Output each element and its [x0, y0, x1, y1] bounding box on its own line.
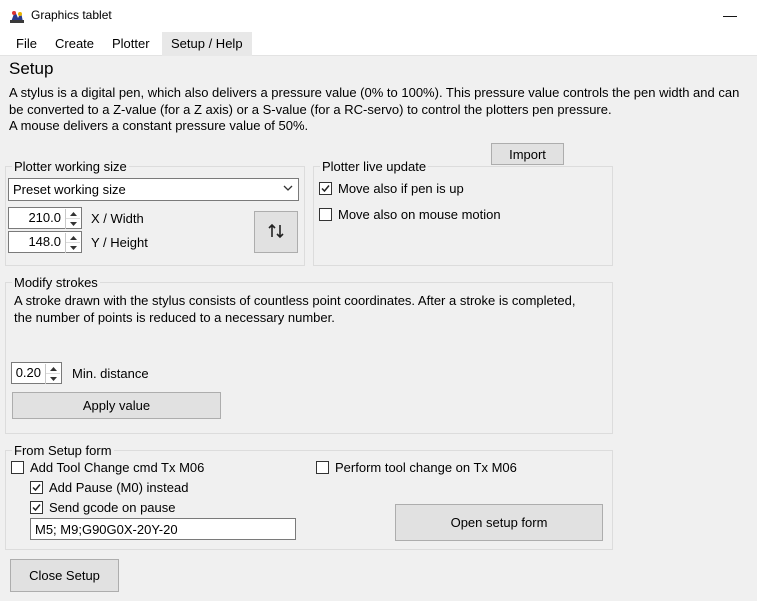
add-pause-label[interactable]: Add Pause (M0) instead — [49, 480, 188, 495]
move-pen-up-label[interactable]: Move also if pen is up — [338, 181, 464, 196]
setup-form-legend: From Setup form — [12, 443, 114, 458]
strokes-text-line-2: the number of points is reduced to a nec… — [14, 310, 335, 325]
height-label: Y / Height — [91, 235, 148, 250]
swap-vertical-icon — [267, 222, 285, 243]
preset-size-value: Preset working size — [13, 182, 126, 197]
add-tool-change-checkbox[interactable] — [11, 461, 24, 474]
import-button[interactable]: Import — [491, 143, 564, 165]
description-line-2: be converted to a Z-value (for a Z axis)… — [9, 102, 612, 117]
gcode-input[interactable]: M5; M9;G90G0X-20Y-20 — [30, 518, 296, 540]
preset-size-dropdown[interactable]: Preset working size — [8, 178, 299, 201]
move-pen-up-checkbox[interactable] — [319, 182, 332, 195]
width-spinner[interactable]: 210.0 — [8, 207, 82, 229]
move-mouse-checkbox[interactable] — [319, 208, 332, 221]
width-down-icon[interactable] — [66, 219, 80, 229]
menu-plotter[interactable]: Plotter — [104, 32, 158, 56]
add-tool-change-label[interactable]: Add Tool Change cmd Tx M06 — [30, 460, 204, 475]
height-up-icon[interactable] — [66, 233, 80, 243]
menu-bar: File Create Plotter Setup / Help — [0, 32, 757, 56]
min-distance-label: Min. distance — [72, 366, 149, 381]
app-icon — [9, 8, 25, 24]
menu-file[interactable]: File — [8, 32, 45, 56]
apply-value-button[interactable]: Apply value — [12, 392, 221, 419]
live-update-legend: Plotter live update — [320, 159, 429, 174]
min-distance-value: 0.20 — [15, 365, 41, 380]
width-value: 210.0 — [28, 210, 61, 225]
width-label: X / Width — [91, 211, 144, 226]
menu-create[interactable]: Create — [47, 32, 102, 56]
page-title: Setup — [9, 59, 54, 78]
title-bar: Graphics tablet — — [0, 0, 757, 32]
move-mouse-label[interactable]: Move also on mouse motion — [338, 207, 501, 222]
modify-strokes-legend: Modify strokes — [12, 275, 100, 290]
window-title: Graphics tablet — [31, 8, 112, 22]
perform-tool-change-label[interactable]: Perform tool change on Tx M06 — [335, 460, 517, 475]
send-gcode-checkbox[interactable] — [30, 501, 43, 514]
menu-setup-help[interactable]: Setup / Help — [162, 32, 252, 56]
min-distance-up-icon[interactable] — [46, 364, 60, 374]
strokes-text-line-1: A stroke drawn with the stylus consists … — [14, 293, 576, 308]
width-up-icon[interactable] — [66, 209, 80, 219]
height-value: 148.0 — [28, 234, 61, 249]
min-distance-spinner[interactable]: 0.20 — [11, 362, 62, 384]
close-setup-button[interactable]: Close Setup — [10, 559, 119, 592]
description-line-3: A mouse delivers a constant pressure val… — [9, 118, 309, 133]
open-setup-form-button[interactable]: Open setup form — [395, 504, 603, 541]
height-down-icon[interactable] — [66, 243, 80, 253]
swap-dimensions-button[interactable] — [254, 211, 298, 253]
chevron-down-icon — [282, 182, 294, 194]
add-pause-checkbox[interactable] — [30, 481, 43, 494]
send-gcode-label[interactable]: Send gcode on pause — [49, 500, 176, 515]
working-size-legend: Plotter working size — [12, 159, 129, 174]
minimize-button[interactable]: — — [719, 4, 741, 26]
height-spinner[interactable]: 148.0 — [8, 231, 82, 253]
min-distance-down-icon[interactable] — [46, 374, 60, 384]
perform-tool-change-checkbox[interactable] — [316, 461, 329, 474]
description-line-1: A stylus is a digital pen, which also de… — [9, 85, 740, 100]
